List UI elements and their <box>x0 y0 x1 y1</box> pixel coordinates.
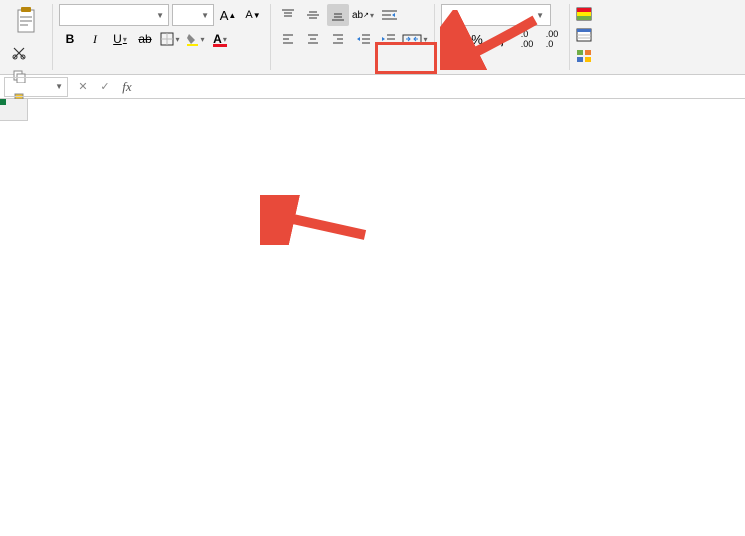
ribbon: ▼ ▼ A▲ A▼ B I U▾ ab ▾ ▾ A▾ ab↗▾ <box>0 0 745 75</box>
decrease-font-button[interactable]: A▼ <box>242 4 264 26</box>
clipboard-group <box>2 4 53 70</box>
underline-button[interactable]: U▾ <box>109 28 131 50</box>
enter-formula-button[interactable]: ✓ <box>94 76 116 98</box>
cancel-formula-button[interactable]: ✕ <box>72 76 94 98</box>
paste-button[interactable] <box>8 4 46 38</box>
align-left-button[interactable] <box>277 28 299 50</box>
merge-button[interactable]: ▾ <box>402 28 428 50</box>
font-name-select[interactable]: ▼ <box>59 4 169 26</box>
chevron-down-icon: ▼ <box>201 11 209 20</box>
font-group: ▼ ▼ A▲ A▼ B I U▾ ab ▾ ▾ A▾ <box>53 4 271 70</box>
bold-button[interactable]: B <box>59 28 81 50</box>
fx-button[interactable]: fx <box>116 76 138 98</box>
decrease-indent-button[interactable] <box>352 28 374 50</box>
formula-bar: ▼ ✕ ✓ fx <box>0 75 745 99</box>
annotation-arrow-icon <box>260 195 370 245</box>
align-center-button[interactable] <box>302 28 324 50</box>
borders-button[interactable]: ▾ <box>159 28 181 50</box>
orientation-button[interactable]: ab↗▾ <box>352 4 374 26</box>
format-as-table-button[interactable] <box>576 25 595 45</box>
increase-indent-button[interactable] <box>377 28 399 50</box>
cut-button[interactable] <box>8 42 30 64</box>
alignment-group: ab↗▾ ▾ <box>271 4 435 70</box>
decrease-decimal-button[interactable]: .00.0 <box>541 28 563 50</box>
align-top-button[interactable] <box>277 4 299 26</box>
number-group: ▼ $▾ % , .0.00 .00.0 <box>435 4 570 70</box>
currency-button[interactable]: $▾ <box>441 28 463 50</box>
name-box[interactable]: ▼ <box>4 77 68 97</box>
paste-icon <box>13 4 41 38</box>
strikethrough-button[interactable]: ab <box>134 28 156 50</box>
font-size-select[interactable]: ▼ <box>172 4 214 26</box>
font-color-button[interactable]: A▾ <box>209 28 231 50</box>
number-format-select[interactable]: ▼ <box>441 4 551 26</box>
chevron-down-icon: ▼ <box>156 11 164 20</box>
styles-group <box>570 4 601 70</box>
percent-button[interactable]: % <box>466 28 488 50</box>
increase-font-button[interactable]: A▲ <box>217 4 239 26</box>
increase-decimal-button[interactable]: .0.00 <box>516 28 538 50</box>
align-right-button[interactable] <box>327 28 349 50</box>
italic-button[interactable]: I <box>84 28 106 50</box>
chevron-down-icon: ▼ <box>536 11 544 20</box>
conditional-formatting-button[interactable] <box>576 4 595 24</box>
align-bottom-button[interactable] <box>327 4 349 26</box>
selection-handle[interactable] <box>0 99 6 105</box>
comma-button[interactable]: , <box>491 28 513 50</box>
cell-styles-button[interactable] <box>576 46 595 66</box>
wrap-text-button[interactable] <box>377 4 403 26</box>
chevron-down-icon: ▼ <box>55 82 63 91</box>
align-middle-button[interactable] <box>302 4 324 26</box>
svg-text:$: $ <box>445 37 449 44</box>
fill-color-button[interactable]: ▾ <box>184 28 206 50</box>
